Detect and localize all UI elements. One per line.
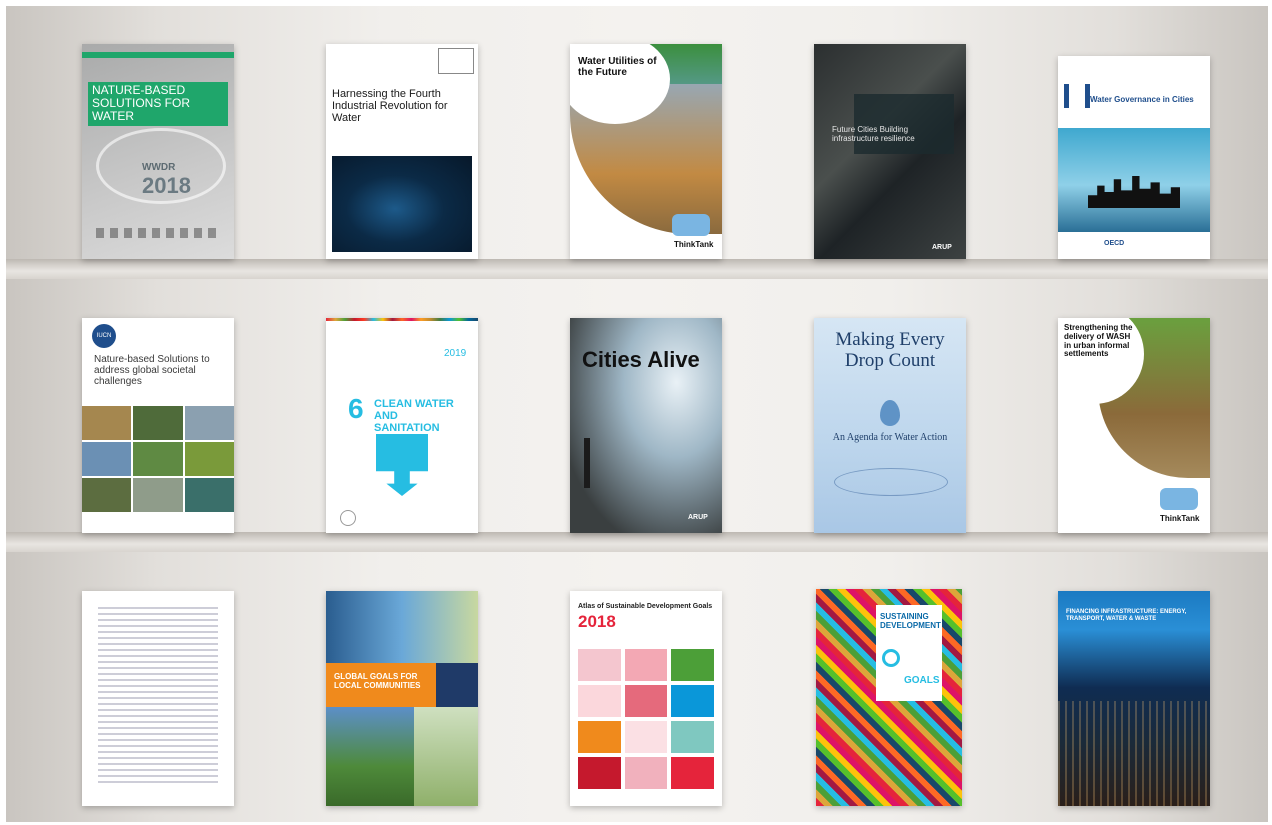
thinktank-logo xyxy=(1160,488,1198,510)
book-text-document[interactable] xyxy=(82,591,234,806)
book-iucn-nature-based-solutions[interactable]: IUCN Nature-based Solutions to address g… xyxy=(82,318,234,533)
book-banner: NATURE-BASED SOLUTIONS FOR WATER xyxy=(88,82,228,126)
book-brand: ThinkTank xyxy=(674,240,714,249)
book-sustaining-development[interactable]: SUSTAINING DEVELOPMENT GOALS xyxy=(816,589,962,806)
book-year: 2018 xyxy=(142,173,191,198)
un-emblem-icon xyxy=(340,510,356,526)
sdg-wheel-icon xyxy=(882,649,900,667)
header-photo xyxy=(326,591,478,663)
book-cities-alive[interactable]: Cities Alive ARUP xyxy=(570,318,722,533)
book-title: SUSTAINING DEVELOPMENT xyxy=(880,612,941,630)
water-hands-photo xyxy=(414,707,478,806)
book-publisher: ARUP xyxy=(688,514,708,521)
book-title: Water Utilities of the Future xyxy=(578,56,657,78)
book-edition: WWDR xyxy=(142,162,176,173)
book-title: Harnessing the Fourth Industrial Revolut… xyxy=(332,88,448,125)
book-publisher: OECD xyxy=(1104,240,1125,247)
water-drop-image xyxy=(332,156,472,252)
shelf-ledge xyxy=(6,259,1268,279)
book-water-governance-cities[interactable]: Water Governance in Cities OECD xyxy=(1058,56,1210,259)
book-title: Cities Alive xyxy=(582,347,700,372)
book-title: Strengthening the delivery of WASH in ur… xyxy=(1064,323,1133,359)
ripple-icon xyxy=(834,468,948,496)
drop-icon xyxy=(880,400,900,426)
goal-number: 6 xyxy=(348,393,364,424)
water-glass-icon xyxy=(376,434,428,496)
book-making-every-drop-count[interactable]: Making Every Drop Count An Agenda for Wa… xyxy=(814,318,966,533)
person-silhouette xyxy=(584,438,590,488)
book-title: Nature-based Solutions to address global… xyxy=(94,354,210,387)
book-strengthening-wash[interactable]: Strengthening the delivery of WASH in ur… xyxy=(1058,318,1210,533)
book-brand: ThinkTank xyxy=(1160,514,1200,523)
book-wwdr-2018[interactable]: NATURE-BASED SOLUTIONS FOR WATER WWDR 20… xyxy=(82,44,234,259)
book-title: Making Every Drop Count xyxy=(835,329,945,371)
book-future-cities[interactable]: Future Cities Building infrastructure re… xyxy=(814,44,966,259)
oecd-logo xyxy=(1064,84,1090,108)
book-atlas-sdg-2018[interactable]: Atlas of Sustainable Development Goals 2… xyxy=(570,591,722,806)
thinktank-logo xyxy=(672,214,710,236)
book-title: Atlas of Sustainable Development Goals xyxy=(578,603,713,610)
book-financing-infrastructure[interactable]: FINANCING INFRASTRUCTURE: ENERGY, TRANSP… xyxy=(1058,591,1210,806)
shelf-ledge xyxy=(6,532,1268,552)
book-subtitle: An Agenda for Water Action xyxy=(832,432,948,443)
night-city-photo xyxy=(1058,701,1210,806)
book-sdg6-clean-water[interactable]: 2019 6 CLEAN WATER AND SANITATION xyxy=(326,318,478,533)
book-year: 2018 xyxy=(578,612,616,631)
book-title: FINANCING INFRASTRUCTURE: ENERGY, TRANSP… xyxy=(1066,609,1187,622)
text-lines xyxy=(98,607,218,787)
wef-logo xyxy=(438,48,474,74)
book-title: GLOBAL GOALS FOR LOCAL COMMUNITIES xyxy=(334,672,421,690)
book-water-utilities-future[interactable]: Water Utilities of the Future ThinkTank xyxy=(570,44,722,259)
book-global-goals-local-communities[interactable]: GLOBAL GOALS FOR LOCAL COMMUNITIES xyxy=(326,591,478,806)
book-title: Future Cities Building infrastructure re… xyxy=(832,125,915,143)
book-title: CLEAN WATER AND SANITATION xyxy=(374,398,454,435)
infographic-grid xyxy=(578,649,714,789)
book-year: 2019 xyxy=(444,348,467,359)
iucn-logo: IUCN xyxy=(92,324,116,348)
book-publisher: ARUP xyxy=(932,244,952,251)
park-photo xyxy=(326,707,414,806)
photo-grid xyxy=(82,406,234,512)
book-title: Water Governance in Cities xyxy=(1090,95,1194,104)
window: NATURE-BASED SOLUTIONS FOR WATER WWDR 20… xyxy=(0,0,1272,825)
logos-strip xyxy=(96,228,220,238)
book-goals: GOALS xyxy=(904,675,940,686)
book-fourth-industrial-revolution[interactable]: Harnessing the Fourth Industrial Revolut… xyxy=(326,44,478,259)
